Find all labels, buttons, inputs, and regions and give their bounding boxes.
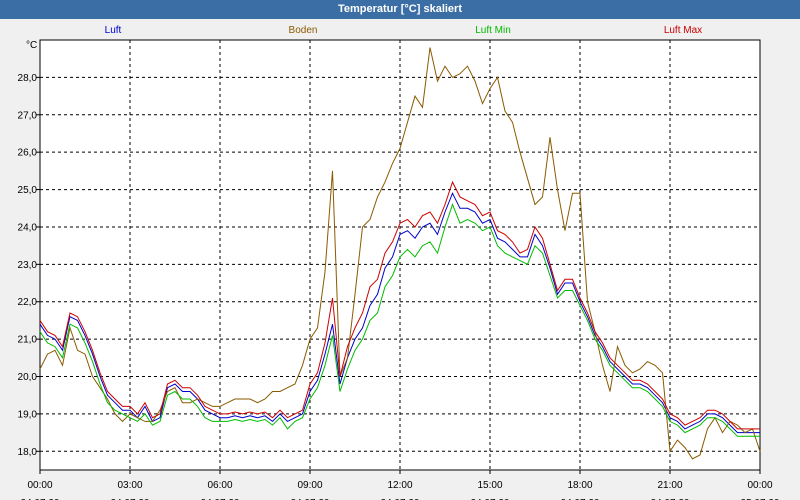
x-tick-time: 03:00 bbox=[117, 480, 142, 491]
x-tick-time: 06:00 bbox=[207, 480, 232, 491]
x-tick-time: 00:00 bbox=[747, 480, 772, 491]
x-tick-time: 21:00 bbox=[657, 480, 682, 491]
y-tick-label: 21,0 bbox=[18, 335, 38, 346]
plot-area bbox=[39, 39, 761, 471]
window-title: Temperatur [°C] skaliert bbox=[0, 0, 800, 19]
legend: Luft Boden Luft Min Luft Max bbox=[105, 25, 703, 36]
y-tick-label: 18,0 bbox=[18, 447, 38, 458]
y-tick-label: 28,0 bbox=[18, 73, 38, 84]
y-tick-label: 23,0 bbox=[18, 260, 38, 271]
y-tick-label: 27,0 bbox=[18, 110, 38, 121]
y-tick-label: 25,0 bbox=[18, 185, 38, 196]
legend-entry: Luft bbox=[105, 25, 122, 36]
y-tick-label: 22,0 bbox=[18, 297, 38, 308]
y-tick-label: 19,0 bbox=[18, 409, 38, 420]
legend-entry: Luft Min bbox=[475, 25, 511, 36]
x-tick-time: 00:00 bbox=[27, 480, 52, 491]
x-tick-time: 15:00 bbox=[477, 480, 502, 491]
legend-entry: Boden bbox=[289, 25, 318, 36]
x-tick-time: 12:00 bbox=[387, 480, 412, 491]
x-tick-time: 18:00 bbox=[567, 480, 592, 491]
legend-entry: Luft Max bbox=[664, 25, 702, 36]
y-tick-label: 26,0 bbox=[18, 148, 38, 159]
y-tick-label: 24,0 bbox=[18, 222, 38, 233]
x-tick-time: 09:00 bbox=[297, 480, 322, 491]
temperature-chart: 18,0 19,0 20,0 21,0 22,0 23,0 24,0 25,0 26,0 27,0… bbox=[18, 25, 780, 500]
y-tick-label: 20,0 bbox=[18, 372, 38, 383]
y-axis-label: °C bbox=[26, 40, 37, 51]
